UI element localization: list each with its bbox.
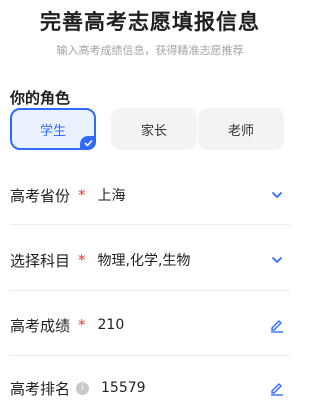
chevron-down-icon[interactable] <box>269 187 285 203</box>
province-value: 上海 <box>97 188 126 204</box>
subjects-field[interactable]: 选择科目 * 物理,化学,生物 <box>10 240 295 280</box>
role-option-label: 学生 <box>39 123 66 139</box>
rank-field[interactable]: 高考排名 i 15579 <box>10 368 295 403</box>
role-option-teacher[interactable]: 老师 <box>198 108 284 150</box>
role-option-label: 家长 <box>140 123 167 139</box>
subjects-label: 选择科目 <box>10 251 71 270</box>
required-mark: * <box>78 316 86 334</box>
role-option-student[interactable]: 学生 <box>10 108 96 150</box>
role-section-label: 你的角色 <box>10 89 71 107</box>
province-label: 高考省份 <box>10 186 71 205</box>
edit-pencil-icon[interactable] <box>269 317 285 333</box>
score-label: 高考成绩 <box>10 316 71 335</box>
score-value: 210 <box>97 317 125 333</box>
role-selector: 学生 家长 老师 <box>10 108 298 150</box>
page-title: 完善高考志愿填报信息 <box>40 10 260 34</box>
role-option-parent[interactable]: 家长 <box>111 108 197 150</box>
info-icon[interactable]: i <box>76 381 90 395</box>
province-field[interactable]: 高考省份 * 上海 <box>10 175 295 215</box>
divider <box>10 355 290 356</box>
divider <box>10 224 290 225</box>
required-mark: * <box>78 251 86 269</box>
rank-label: 高考排名 <box>10 379 71 398</box>
chevron-down-icon[interactable] <box>269 252 285 268</box>
edit-pencil-icon[interactable] <box>269 380 285 396</box>
subjects-value: 物理,化学,生物 <box>97 253 191 269</box>
required-mark: * <box>78 186 86 204</box>
page-subtitle: 输入高考成绩信息，获得精准志愿推荐 <box>56 44 244 57</box>
score-field[interactable]: 高考成绩 * 210 <box>10 305 295 345</box>
rank-value: 15579 <box>101 380 146 396</box>
role-option-label: 老师 <box>227 123 254 139</box>
divider <box>10 290 290 291</box>
selected-check-icon <box>80 136 96 150</box>
